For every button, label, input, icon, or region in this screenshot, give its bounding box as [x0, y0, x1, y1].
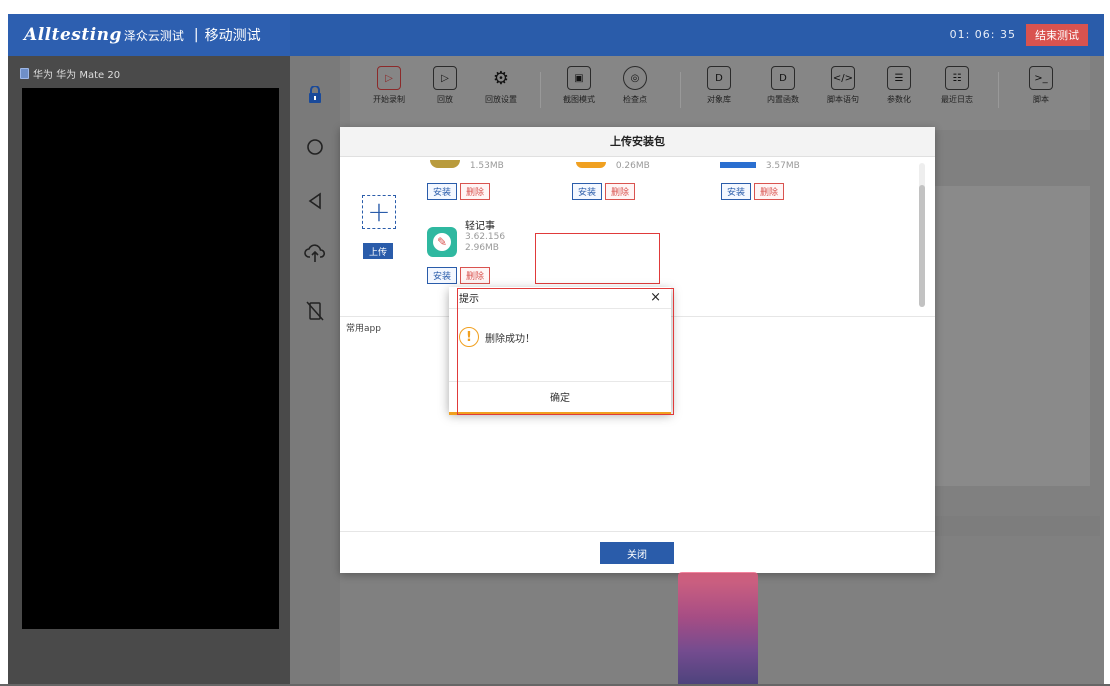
device-title: 华为 华为 Mate 20: [20, 66, 120, 81]
function-icon: D: [771, 66, 795, 90]
app-size: 2.96MB: [465, 243, 499, 253]
install-button[interactable]: 安装: [427, 183, 457, 200]
session-timer: 01: 06: 35: [949, 28, 1016, 41]
pencil-app-icon: ✎: [427, 227, 457, 257]
app-actions: 安装 删除: [427, 183, 490, 200]
tool-label: 最近日志: [941, 95, 973, 104]
back-triangle-icon[interactable]: [304, 190, 326, 212]
app-icon-partial: [576, 162, 606, 168]
scrollbar-thumb[interactable]: [919, 185, 925, 307]
delete-button[interactable]: 删除: [460, 183, 490, 200]
device-screen[interactable]: [22, 88, 279, 629]
toolbar-divider: [998, 72, 999, 108]
tool-label: 参数化: [887, 95, 911, 104]
app-size: 1.53MB: [469, 161, 504, 171]
device-panel: 华为 华为 Mate 20: [8, 56, 290, 686]
top-header: Alltesting 泽众云测试 | 移动测试 01: 06: 35 结束测试: [8, 14, 1104, 56]
background-panel: [930, 186, 1090, 486]
tool-recent-logs[interactable]: ☷ 最近日志: [934, 66, 980, 122]
tool-label: 回放设置: [485, 95, 517, 104]
log-icon: ☷: [945, 66, 969, 90]
device-name: 华为 华为 Mate 20: [33, 70, 121, 81]
script-toolbar: ▷ 开始录制 ▷ 回放 ⚙ 回放设置 ▣ 截图模式 ◎ 检查点 D 对象库 D …: [350, 56, 1090, 130]
gear-icon: ⚙: [492, 67, 510, 89]
tool-label: 截图模式: [563, 95, 595, 104]
highlight-rectangle: [457, 288, 674, 415]
app-size: 0.26MB: [615, 161, 650, 171]
tool-label: 脚本语句: [827, 95, 859, 104]
app-icon-partial: [430, 160, 460, 168]
install-button[interactable]: 安装: [427, 267, 457, 284]
terminal-icon: >_: [1029, 66, 1053, 90]
app-actions: 安装 删除: [427, 267, 505, 284]
phone-icon: [20, 68, 29, 79]
device-control-bar: [290, 56, 340, 686]
lock-icon[interactable]: [304, 84, 326, 106]
code-icon: </>: [831, 66, 855, 90]
image-icon: ▣: [567, 66, 591, 90]
params-icon: ☰: [887, 66, 911, 90]
install-button[interactable]: 安装: [572, 183, 602, 200]
modal-title: 上传安装包: [340, 127, 935, 157]
tool-script[interactable]: >_ 脚本: [1018, 66, 1064, 122]
tool-label: 检查点: [623, 95, 647, 104]
replay-icon: ▷: [433, 66, 457, 90]
phone-preview-image: [678, 572, 758, 686]
install-button[interactable]: 安装: [721, 183, 751, 200]
background-panel: [930, 516, 1100, 536]
brand-subtitle: 泽众云测试: [123, 28, 184, 43]
upload-button[interactable]: 上传: [363, 243, 393, 259]
delete-button[interactable]: 删除: [460, 267, 490, 284]
app-item: 0.26MB: [576, 157, 650, 171]
app-icon-partial: [720, 162, 756, 168]
app-actions: 安装 删除: [721, 183, 784, 200]
tool-label: 开始录制: [373, 95, 405, 104]
tool-checkpoint[interactable]: ◎ 检查点: [612, 66, 658, 122]
tool-label: 脚本: [1033, 95, 1049, 104]
modal-footer: 关闭: [340, 531, 935, 573]
delete-button[interactable]: 删除: [605, 183, 635, 200]
app-item: 3.57MB: [720, 157, 800, 171]
module-title: 移动测试: [204, 28, 261, 44]
app-item-qingjishi: ✎ 轻记事 3.62.156 2.96MB 安装 删除: [427, 221, 505, 284]
tool-script-statements[interactable]: </> 脚本语句: [820, 66, 866, 122]
delete-button[interactable]: 删除: [754, 183, 784, 200]
toolbar-divider: [680, 72, 681, 108]
tool-start-record[interactable]: ▷ 开始录制: [366, 66, 412, 122]
common-apps-label: 常用app: [346, 324, 381, 334]
tool-label: 对象库: [707, 95, 731, 104]
app-version: 3.62.156: [465, 232, 506, 242]
app-actions: 安装 删除: [572, 183, 635, 200]
toolbar-divider: [540, 72, 541, 108]
app-name: 轻记事: [465, 221, 495, 232]
tool-replay-settings[interactable]: ⚙ 回放设置: [478, 66, 524, 122]
tool-object-library[interactable]: D 对象库: [696, 66, 742, 122]
play-icon: ▷: [377, 66, 401, 90]
add-package-icon[interactable]: +: [362, 195, 396, 229]
tool-label: 内置函数: [767, 95, 799, 104]
end-test-button[interactable]: 结束测试: [1026, 24, 1088, 46]
tool-parameterize[interactable]: ☰ 参数化: [876, 66, 922, 122]
list-scrollbar[interactable]: [919, 163, 925, 307]
uninstall-phone-icon[interactable]: [304, 300, 326, 322]
checkpoint-icon: ◎: [623, 66, 647, 90]
header-separator: |: [193, 27, 199, 43]
app-size: 3.57MB: [765, 161, 800, 171]
app-item: 1.53MB: [430, 157, 504, 171]
tool-label: 回放: [437, 95, 453, 104]
logo-block: Alltesting 泽众云测试 | 移动测试: [8, 14, 290, 56]
tool-replay[interactable]: ▷ 回放: [422, 66, 468, 122]
home-circle-icon[interactable]: [304, 136, 326, 158]
close-button[interactable]: 关闭: [600, 542, 674, 564]
brand-logo: Alltesting: [24, 25, 122, 45]
highlight-rectangle: [535, 233, 660, 284]
cloud-upload-icon[interactable]: [304, 242, 326, 264]
tool-screenshot-mode[interactable]: ▣ 截图模式: [556, 66, 602, 122]
tool-builtin-functions[interactable]: D 内置函数: [760, 66, 806, 122]
object-lib-icon: D: [707, 66, 731, 90]
